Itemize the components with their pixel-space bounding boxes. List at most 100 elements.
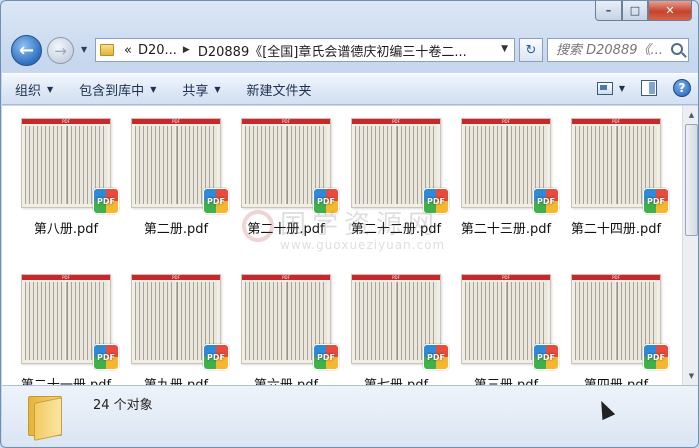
file-name: 第三册.pdf	[451, 374, 561, 385]
mouse-cursor-icon	[596, 399, 614, 419]
share-label: 共享	[182, 83, 209, 99]
file-name: 第二十册.pdf	[247, 222, 325, 237]
scanned-page-left	[575, 126, 615, 204]
file-name: 第二十四册.pdf	[570, 222, 662, 237]
vertical-scrollbar[interactable]: ▲ ▼	[682, 106, 698, 385]
new-folder-label: 新建文件夹	[246, 83, 312, 99]
explorer-window: – □ ✕ ← → ▼ « D20... ▶ D20889《[全国]章氏会谱德庆…	[0, 0, 699, 448]
scanned-page-left	[245, 126, 285, 204]
scanned-page-left	[575, 282, 615, 360]
file-name: 第八册.pdf	[33, 222, 99, 237]
change-view-icon[interactable]	[596, 81, 613, 95]
file-item[interactable]: PDFPDF第六册.pdf	[241, 274, 351, 385]
caption-buttons: – □ ✕	[595, 1, 692, 21]
file-item[interactable]: PDF PDF 第二十二册.pdf	[351, 118, 461, 268]
organize-menu[interactable]: 组织 ▼	[2, 80, 66, 99]
file-item[interactable]: PDF PDF 第二十三册.pdf	[461, 118, 571, 268]
address-bar[interactable]: « D20... ▶ D20889《[全国]章氏会谱德庆初编三十卷二... ▼	[95, 38, 515, 62]
file-item[interactable]: PDF PDF 第二册.pdf	[131, 118, 241, 268]
file-name: 第九册.pdf	[121, 374, 231, 385]
view-controls: ▼ ?	[596, 79, 691, 97]
scanned-page-left	[25, 282, 65, 360]
file-name: 第七册.pdf	[341, 374, 451, 385]
pdf-header-strip: PDF	[352, 119, 440, 124]
help-icon[interactable]: ?	[673, 79, 691, 97]
search-input[interactable]	[556, 42, 666, 58]
minimize-button[interactable]: –	[595, 1, 622, 21]
include-in-library-menu[interactable]: 包含到库中 ▼	[66, 80, 169, 99]
pdf-header-strip: PDF	[132, 119, 220, 124]
search-icon[interactable]	[671, 43, 683, 55]
file-name: 第二册.pdf	[143, 222, 209, 237]
pdf-badge-label: PDF	[97, 352, 115, 362]
share-menu[interactable]: 共享 ▼	[169, 80, 233, 99]
breadcrumb-item-parent[interactable]: D20...	[138, 43, 177, 58]
new-folder-button[interactable]: 新建文件夹	[234, 80, 325, 99]
file-item[interactable]: PDFPDF第三册.pdf	[461, 274, 571, 385]
file-name: 第四册.pdf	[561, 374, 671, 385]
pdf-badge-label: PDF	[317, 196, 335, 206]
file-item[interactable]: PDFPDF第九册.pdf	[131, 274, 241, 385]
file-name: 第二十三册.pdf	[460, 222, 552, 237]
view-options-dropdown-icon[interactable]: ▼	[619, 84, 625, 93]
command-bar: 组织 ▼ 包含到库中 ▼ 共享 ▼ 新建文件夹 ▼ ?	[2, 73, 698, 105]
search-box[interactable]	[547, 38, 689, 62]
maximize-button[interactable]: □	[622, 1, 648, 21]
pdf-icon: PDF	[313, 344, 339, 370]
folder-icon	[100, 44, 114, 56]
organize-label: 组织	[15, 83, 42, 99]
pdf-icon: PDF	[93, 344, 119, 370]
scroll-up-button[interactable]: ▲	[684, 107, 698, 123]
pdf-icon: PDF	[533, 188, 559, 214]
forward-button[interactable]: →	[47, 37, 74, 64]
breadcrumb-overflow[interactable]: «	[124, 43, 132, 58]
pdf-icon: PDF	[423, 344, 449, 370]
pdf-header-strip: PDF	[22, 119, 110, 124]
file-item[interactable]: PDFPDF第二十一册.pdf	[21, 274, 131, 385]
address-dropdown-icon[interactable]: ▼	[501, 44, 508, 54]
pdf-icon: PDF	[203, 188, 229, 214]
pdf-icon: PDF	[423, 188, 449, 214]
pdf-header-strip: PDF	[242, 275, 330, 280]
preview-pane-icon[interactable]	[641, 80, 657, 96]
pdf-header-strip: PDF	[242, 119, 330, 124]
pdf-badge-label: PDF	[427, 196, 445, 206]
file-item[interactable]: PDF PDF 第八册.pdf	[21, 118, 131, 268]
breadcrumb-item-current[interactable]: D20889《[全国]章氏会谱德庆初编三十卷二...	[198, 41, 467, 60]
file-item[interactable]: PDF PDF 第二十册.pdf	[241, 118, 351, 268]
scanned-page-left	[465, 126, 505, 204]
file-name: 第二十二册.pdf	[350, 222, 442, 237]
file-item[interactable]: PDFPDF第四册.pdf	[571, 274, 681, 385]
scanned-page-left	[245, 282, 285, 360]
file-list-view[interactable]: PDF PDF 第八册.pdf PDF PDF 第二册.pdf PDF PDF 第二十册.pdf…	[2, 106, 698, 385]
scroll-thumb[interactable]	[685, 124, 698, 236]
pdf-header-strip: PDF	[22, 275, 110, 280]
scanned-page-left	[25, 126, 65, 204]
pdf-badge-label: PDF	[207, 352, 225, 362]
pdf-badge-label: PDF	[207, 196, 225, 206]
navigation-bar: ← → ▼ « D20... ▶ D20889《[全国]章氏会谱德庆初编三十卷二…	[9, 33, 695, 69]
scanned-page-left	[355, 126, 395, 204]
scanned-page-left	[135, 126, 175, 204]
folder-icon	[28, 394, 62, 441]
refresh-button[interactable]: ↻	[519, 38, 543, 62]
pdf-badge-label: PDF	[647, 196, 665, 206]
pdf-icon: PDF	[533, 344, 559, 370]
item-count: 24 个对象	[93, 398, 153, 413]
pdf-badge-label: PDF	[427, 352, 445, 362]
file-item[interactable]: PDF PDF 第二十四册.pdf	[571, 118, 681, 268]
scroll-down-button[interactable]: ▼	[684, 368, 698, 384]
chevron-down-icon: ▼	[214, 84, 221, 94]
pdf-header-strip: PDF	[132, 275, 220, 280]
pdf-header-strip: PDF	[572, 119, 660, 124]
pdf-icon: PDF	[203, 344, 229, 370]
scanned-page-left	[135, 282, 175, 360]
breadcrumb-separator-icon[interactable]: ▶	[183, 45, 190, 55]
file-item[interactable]: PDFPDF第七册.pdf	[351, 274, 461, 385]
pdf-header-strip: PDF	[352, 275, 440, 280]
pdf-icon: PDF	[313, 188, 339, 214]
close-button[interactable]: ✕	[648, 1, 692, 21]
back-button[interactable]: ←	[11, 35, 42, 66]
recent-pages-dropdown[interactable]: ▼	[81, 45, 87, 54]
chevron-down-icon: ▼	[150, 84, 157, 94]
